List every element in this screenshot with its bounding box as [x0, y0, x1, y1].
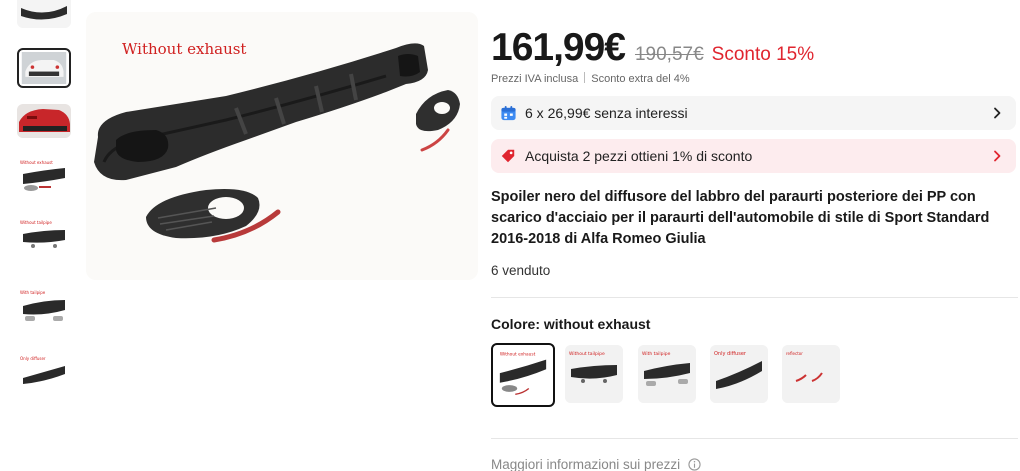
- color-label-prefix: Colore:: [491, 316, 540, 332]
- thumbnail-1[interactable]: [17, 0, 71, 28]
- main-product-image[interactable]: Without exhaust: [86, 12, 478, 280]
- thumbnail-2[interactable]: [17, 48, 71, 88]
- svg-text:Without tailpipe: Without tailpipe: [569, 351, 605, 357]
- extra-discount: Sconto extra del 4%: [591, 73, 690, 85]
- current-price: 161,99€: [491, 26, 626, 69]
- thumbnail-3[interactable]: [17, 104, 71, 138]
- divider: [491, 438, 1018, 439]
- price-info-text: Maggiori informazioni sui prezzi: [491, 457, 681, 471]
- discount-badge: Sconto 15%: [711, 44, 815, 65]
- product-title: Spoiler nero del diffusore del labbro de…: [491, 189, 990, 247]
- svg-text:Only diffuser: Only diffuser: [20, 356, 46, 361]
- svg-text:Without exhaust: Without exhaust: [500, 352, 536, 358]
- divider: [491, 297, 1018, 298]
- price-row: 161,99€ 190,57€ Sconto 15%: [491, 26, 814, 70]
- original-price: 190,57€: [634, 44, 704, 65]
- chevron-right-icon: [994, 107, 1001, 119]
- vat-note: Prezzi IVA inclusa: [491, 73, 579, 85]
- thumbnail-5[interactable]: Without tailpipe: [17, 216, 71, 256]
- svg-text:Without exhaust: Without exhaust: [20, 160, 53, 165]
- price-info-link[interactable]: Maggiori informazioni sui prezzi: [491, 457, 701, 471]
- installments-text: 6 x 26,99€ senza interessi: [525, 105, 688, 121]
- swatch-with-tailpipe[interactable]: With tailpipe: [638, 345, 696, 403]
- thumbnail-6[interactable]: With tailpipe: [17, 286, 71, 326]
- svg-text:reflector: reflector: [786, 351, 803, 356]
- main-image-caption: Without exhaust: [122, 40, 247, 58]
- svg-text:Only diffuser: Only diffuser: [714, 351, 747, 357]
- color-label: Colore: without exhaust: [491, 316, 650, 332]
- swatch-reflector[interactable]: reflector: [782, 345, 840, 403]
- vat-row: Prezzi IVA inclusa Sconto extra del 4%: [491, 72, 690, 85]
- sold-count: 6 venduto: [491, 263, 551, 278]
- promo-banner[interactable]: Acquista 2 pezzi ottieni 1% di sconto: [491, 139, 1016, 173]
- thumbnail-4[interactable]: Without exhaust: [17, 156, 71, 196]
- calendar-icon: [499, 104, 517, 122]
- swatch-without-tailpipe[interactable]: Without tailpipe: [565, 345, 623, 403]
- swatch-without-exhaust[interactable]: Without exhaust: [491, 343, 555, 407]
- tag-icon: [499, 147, 517, 165]
- svg-text:With tailpipe: With tailpipe: [20, 290, 46, 295]
- thumbnail-7[interactable]: Only diffuser: [17, 352, 71, 392]
- swatch-only-diffuser[interactable]: Only diffuser: [710, 345, 768, 403]
- svg-text:With tailpipe: With tailpipe: [642, 351, 671, 357]
- installments-banner[interactable]: 6 x 26,99€ senza interessi: [491, 96, 1016, 130]
- color-selected-value: without exhaust: [543, 316, 651, 332]
- divider: [584, 72, 586, 83]
- chevron-right-icon: [994, 150, 1001, 162]
- info-icon[interactable]: [688, 458, 701, 471]
- svg-text:Without tailpipe: Without tailpipe: [20, 220, 52, 225]
- promo-text: Acquista 2 pezzi ottieni 1% di sconto: [525, 148, 753, 164]
